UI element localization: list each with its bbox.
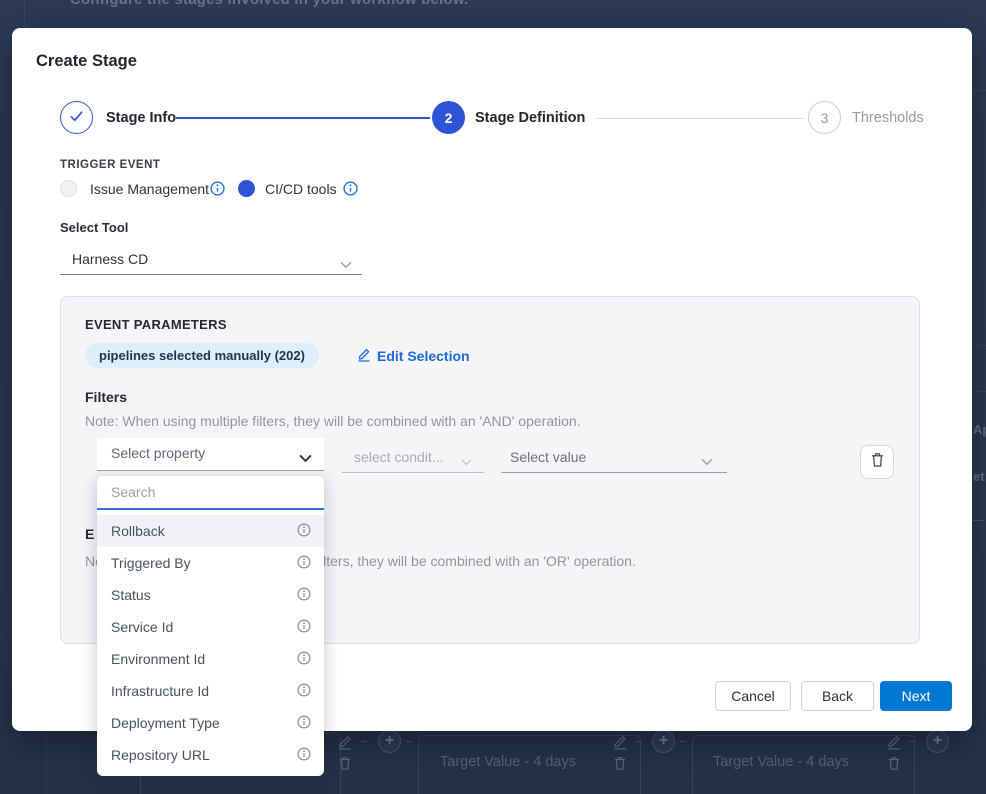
step-2-label[interactable]: Stage Definition: [475, 110, 585, 126]
property-select-placeholder: Select property: [97, 438, 324, 469]
background-panel-edge: [24, 0, 25, 28]
add-button: +: [378, 730, 401, 753]
tool-select[interactable]: Harness CD: [60, 245, 362, 275]
background-dash: [680, 741, 686, 742]
info-icon[interactable]: [297, 683, 311, 700]
dropdown-item-label: Deployment Type: [111, 715, 220, 731]
stepper-connector-upcoming: [596, 118, 804, 119]
background-dash: [635, 741, 641, 742]
step-1-indicator[interactable]: [60, 101, 93, 134]
dropdown-item-status[interactable]: Status: [97, 579, 324, 611]
event-parameters-heading: EVENT PARAMETERS: [85, 317, 227, 332]
info-icon[interactable]: [343, 181, 358, 201]
condition-select[interactable]: select condit...: [342, 443, 484, 473]
dropdown-item-label: Triggered By: [111, 555, 191, 571]
chevron-down-icon: [701, 453, 713, 471]
trash-icon: [870, 452, 885, 473]
back-button[interactable]: Back: [801, 681, 874, 711]
stepper-connector-done: [176, 117, 430, 119]
edit-selection-link[interactable]: Edit Selection: [357, 347, 470, 365]
background-banner-text: Configure the stages involved in your wo…: [70, 0, 468, 8]
radio-issue-management-label[interactable]: Issue Management: [90, 181, 209, 197]
trigger-event-label: TRIGGER EVENT: [60, 159, 160, 171]
step-2-indicator[interactable]: 2: [432, 101, 465, 134]
info-icon[interactable]: [297, 619, 311, 636]
step-1-label[interactable]: Stage Info: [106, 110, 176, 126]
value-select[interactable]: Select value: [501, 443, 727, 473]
background-dash: [406, 741, 412, 742]
dropdown-item-repository-url[interactable]: Repository URL: [97, 739, 324, 771]
dropdown-item-infrastructure-id[interactable]: Infrastructure Id: [97, 675, 324, 707]
add-button: +: [926, 730, 949, 753]
info-icon[interactable]: [297, 651, 311, 668]
info-icon[interactable]: [210, 181, 225, 201]
tool-select-value: Harness CD: [60, 245, 362, 274]
filters-note: Note: When using multiple filters, they …: [85, 413, 581, 429]
chevron-down-icon: [299, 450, 312, 468]
background-text-fragment: et: [973, 469, 985, 484]
property-dropdown-panel: Rollback Triggered By Status Service Id …: [97, 476, 324, 776]
filters-heading: Filters: [85, 389, 127, 405]
trash-icon: [338, 756, 352, 776]
dropdown-item-service-id[interactable]: Service Id: [97, 611, 324, 643]
edit-icon: [337, 734, 353, 755]
edit-selection-label: Edit Selection: [377, 348, 470, 364]
dropdown-item-deployment-type[interactable]: Deployment Type: [97, 707, 324, 739]
check-icon: [69, 110, 84, 126]
background-dash: [909, 741, 915, 742]
value-select-placeholder: Select value: [501, 443, 727, 471]
dropdown-item-rollback[interactable]: Rollback: [97, 515, 324, 547]
radio-issue-management[interactable]: [60, 180, 77, 197]
dropdown-item-triggered-by[interactable]: Triggered By: [97, 547, 324, 579]
step-3-indicator[interactable]: 3: [808, 101, 841, 134]
background-target-value-label: Target Value - 4 days: [440, 754, 576, 770]
info-icon[interactable]: [297, 747, 311, 764]
background-dash: [361, 741, 367, 742]
info-icon[interactable]: [297, 715, 311, 732]
edit-icon: [612, 734, 628, 755]
property-select[interactable]: Select property: [97, 438, 324, 471]
selection-chip: pipelines selected manually (202): [85, 343, 319, 368]
background-divider: [972, 345, 986, 346]
dropdown-item-label: Status: [111, 587, 151, 603]
dropdown-item-label: Environment Id: [111, 651, 205, 667]
chevron-down-icon: [340, 256, 352, 274]
info-icon[interactable]: [297, 555, 311, 572]
property-dropdown-list: Rollback Triggered By Status Service Id …: [97, 510, 324, 771]
trash-icon: [887, 756, 901, 776]
radio-cicd-tools[interactable]: [238, 180, 255, 197]
background-divider: [972, 90, 986, 91]
execution-filters-heading-fragment: E: [85, 526, 94, 542]
background-text-fragment: Ap: [973, 422, 986, 437]
dropdown-item-environment-id[interactable]: Environment Id: [97, 643, 324, 675]
next-button[interactable]: Next: [880, 681, 952, 711]
background-divider: [972, 391, 986, 392]
background-target-value-label: Target Value - 4 days: [713, 754, 849, 770]
info-icon[interactable]: [297, 587, 311, 604]
step-3-label[interactable]: Thresholds: [852, 110, 924, 126]
dropdown-item-label: Service Id: [111, 619, 173, 635]
trash-icon: [613, 756, 627, 776]
chevron-down-icon: [461, 453, 472, 471]
delete-filter-button[interactable]: [860, 445, 894, 479]
create-stage-modal: Create Stage Stage Info 2 Stage Definiti…: [12, 28, 972, 731]
cancel-button[interactable]: Cancel: [715, 681, 791, 711]
edit-icon: [886, 734, 902, 755]
info-icon[interactable]: [297, 523, 311, 540]
modal-title: Create Stage: [36, 52, 137, 71]
screen: Configure the stages involved in your wo…: [0, 0, 986, 794]
dropdown-item-label: Rollback: [111, 523, 165, 539]
add-button: +: [652, 730, 675, 753]
background-card-edge: [46, 733, 47, 794]
background-dash: [973, 520, 984, 521]
dropdown-item-label: Repository URL: [111, 747, 210, 763]
dropdown-search-input[interactable]: [97, 476, 324, 510]
select-tool-label: Select Tool: [60, 220, 128, 235]
dropdown-item-label: Infrastructure Id: [111, 683, 209, 699]
radio-cicd-tools-label[interactable]: CI/CD tools: [265, 181, 337, 197]
edit-icon: [357, 347, 371, 365]
